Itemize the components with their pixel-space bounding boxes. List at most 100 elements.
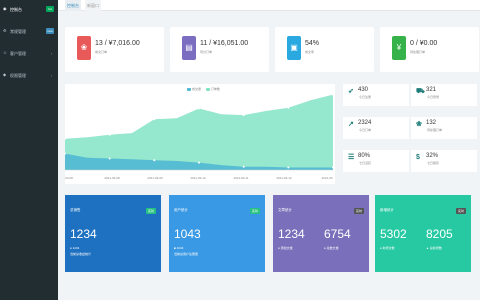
data-point[interactable] [287,166,290,169]
stat-card-pending-orders: ¥ 0 / ¥0.00 待处理订单 [380,27,479,72]
data-point[interactable] [332,93,334,96]
stat-label: 待付订单 [200,50,213,54]
sidebar-item-customers[interactable]: ☺ 客户管理 ‹ [0,48,58,59]
legend-label-volume: 成交量 [192,87,202,92]
mini-stat-pending: ❀ 132 待处理订单 [411,117,477,139]
tab-bar: 控制台 新窗口 [58,0,480,11]
mini-stat-value: 32% [426,153,439,159]
stat-value: 0 / ¥0.00 [410,40,438,47]
data-point[interactable] [287,106,290,109]
mini-stat-retention: $ 32% 七日留存 [411,150,477,172]
card-article-stats: 文章统计 实时 1234 ● 添加文章 6754 ● 总数文章 [273,195,369,272]
card-value: 1234 [278,227,305,241]
trend-icon: ↗ [348,121,354,128]
sidebar-item-label: 权限管理 [10,73,26,78]
list-icon: ☰ [348,154,355,161]
tab-dashboard[interactable]: 控制台 [65,0,81,11]
card-sub: ■ 1043 [174,246,183,250]
mini-stat-label: 今日注册 [359,95,372,99]
x-tick-label: 2021-09-08 [104,176,120,180]
mini-stat-register: ➶ 430 今日注册 [343,84,409,106]
card-sub-b-label: 总数文章 [326,246,339,250]
sidebar: ◉ 控制台 hot ⚙ 常规管理 new ☺ 客户管理 ‹ ◆ 权限管理 ‹ [0,0,58,300]
mini-stat-label: 今日登录 [427,95,440,99]
stat-value: 54% [305,40,320,47]
mini-stat-active: ☰ 80% 七日活跃 [343,150,409,172]
data-point[interactable] [153,118,156,121]
tab-new-window[interactable]: 新窗口 [85,0,101,11]
mini-stat-value: 430 [358,87,369,93]
card-sub: ● 添加文章 [278,246,293,250]
document-icon: ▤ [182,36,196,60]
card-new-stats: 新增统计 实时 5302 ● 新增次数 8205 ▲ 总新增数 [375,195,471,272]
dollar-icon: $ [416,154,420,161]
card-title: 总销售 [70,208,81,212]
sidebar-item-dashboard[interactable]: ◉ 控制台 hot [0,4,58,15]
chevron-left-icon: ‹ [51,73,53,78]
mini-stat-value: 132 [426,120,437,126]
card-sub: ● 新增次数 [380,246,395,250]
x-tick-label: 2021-09-10 [190,176,206,180]
sidebar-item-permissions[interactable]: ◆ 权限管理 ‹ [0,70,58,81]
legend-swatch-orders [205,87,210,91]
data-point[interactable] [108,133,111,136]
card-title: 文章统计 [278,208,292,212]
card-sub-label: 新增次数 [382,246,395,250]
data-point[interactable] [153,159,156,162]
stat-card-rate: ▣ 54% 成交率 [275,27,374,72]
chevron-left-icon: ‹ [51,51,53,56]
card-sub-b-label: 总新增数 [429,246,442,250]
stat-value: 11 / ¥16,051.00 [200,40,249,47]
card-sub-b: ▲ 总新增数 [426,246,442,250]
card-title: 用户统计 [174,208,188,212]
bag-icon: ▣ [287,36,301,60]
sidebar-item-general[interactable]: ⚙ 常规管理 new [0,26,58,37]
card-value: 1043 [174,227,201,241]
data-point[interactable] [198,107,200,110]
mini-stat-label: 七日活跃 [359,161,372,165]
shield-icon: ◆ [3,72,7,77]
stat-label: 成交订单 [95,50,108,54]
mini-stat-login: ⛟ 321 今日登录 [411,84,477,106]
x-tick-label: 2021-09-12 [276,176,292,180]
card-sub-b: ● 总数文章 [324,246,339,250]
chart-legend: 成交量 订单数 [183,87,220,91]
gear-icon: ⚙ [3,28,7,33]
stat-card-pending-payment: ▤ 11 / ¥16,051.00 待付订单 [170,27,269,72]
gift-icon: ❀ [416,121,422,128]
mini-stat-label: 待处理订单 [427,128,443,132]
new-badge: new [46,28,54,34]
x-tick-label: 03-08 [65,176,73,180]
realtime-badge: 实时 [455,208,466,214]
card-value-2: 6754 [324,227,351,241]
card-sub-label: 添加文章 [280,246,293,250]
mini-stat-orders: ↗ 2324 今日订单 [343,117,409,139]
card-title: 新增统计 [380,208,394,212]
realtime-badge: 实时 [249,208,260,214]
card-sub: ● 1234 [70,246,79,250]
x-tick-label: 2021-09-11 [233,176,248,180]
mini-stat-value: 2324 [358,120,372,126]
x-tick-label: 2021-09-09 [147,176,163,180]
sidebar-item-label: 常规管理 [10,29,26,34]
data-point[interactable] [332,166,334,169]
card-sub-caption: 当前总收益统计 [70,252,92,256]
legend-label-orders: 订单数 [210,87,220,92]
card-sub-value: 1234 [72,246,80,250]
users-icon: ☺ [3,50,8,55]
stat-label: 待处理订单 [410,50,426,54]
data-point[interactable] [242,114,245,117]
legend-swatch-volume [187,87,191,91]
stat-card-deals: ❀ 13 / ¥7,016.00 成交订单 [65,27,164,72]
data-point[interactable] [108,157,111,160]
stat-label: 成交率 [305,50,315,54]
realtime-badge: 实时 [353,208,364,214]
data-point[interactable] [242,165,245,168]
mini-stat-label: 七日留存 [427,161,440,165]
sidebar-item-label: 客户管理 [10,51,26,56]
card-value-2: 8205 [426,227,453,241]
dashboard-icon: ◉ [3,6,7,11]
data-point[interactable] [198,161,200,164]
cart-icon: ⛟ [416,88,425,95]
card-total-sales: 总销售 实时 1234 ● 1234 当前总收益统计 [65,195,161,272]
